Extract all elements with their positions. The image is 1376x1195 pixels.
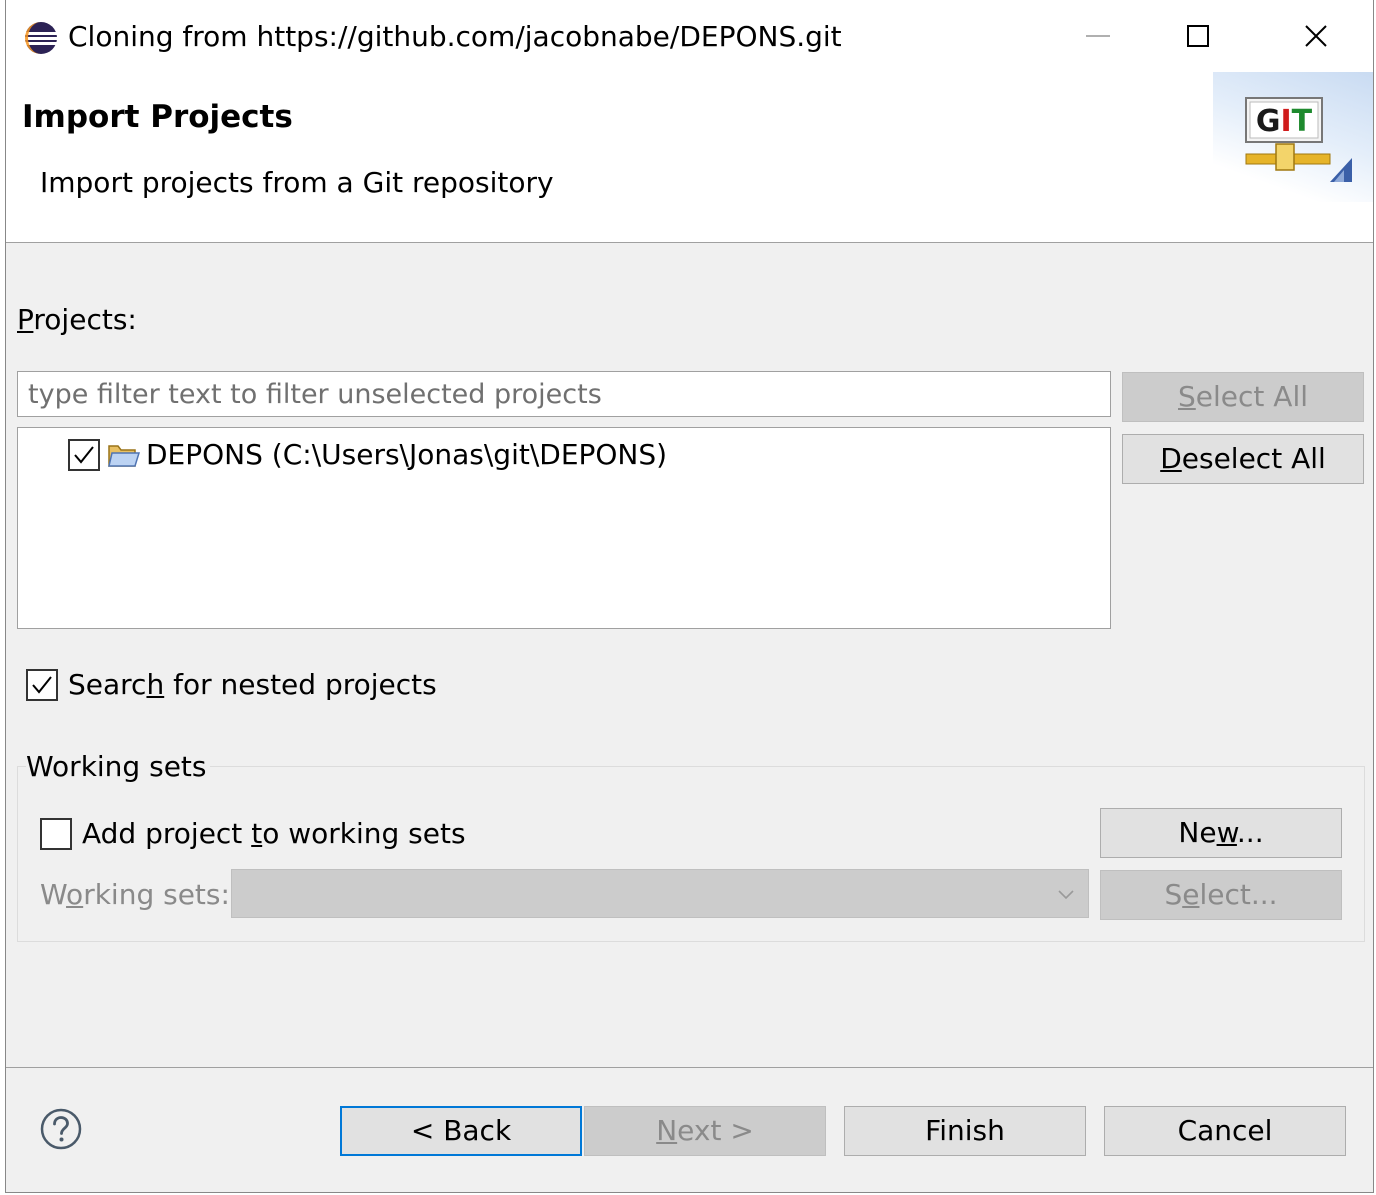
finish-button[interactable]: Finish <box>844 1106 1086 1156</box>
project-label: DEPONS (C:\Users\Jonas\git\DEPONS) <box>146 438 668 471</box>
close-button[interactable] <box>1286 10 1346 62</box>
help-icon[interactable] <box>40 1108 82 1150</box>
working-sets-combo-label: Working sets: <box>40 878 230 911</box>
select-all-button[interactable]: Select All <box>1122 372 1364 422</box>
checkmark-icon <box>74 446 94 464</box>
maximize-button[interactable] <box>1168 10 1228 62</box>
search-nested-option[interactable]: Search for nested projects <box>26 666 437 704</box>
cancel-button[interactable]: Cancel <box>1104 1106 1346 1156</box>
tree-row[interactable]: DEPONS (C:\Users\Jonas\git\DEPONS) <box>68 436 667 474</box>
working-sets-title: Working sets <box>26 748 211 786</box>
back-button[interactable]: < Back <box>340 1106 582 1156</box>
add-to-working-sets-label: Add project to working sets <box>82 817 466 850</box>
svg-text:GIT: GIT <box>1256 104 1313 139</box>
select-working-sets-button[interactable]: Select... <box>1100 870 1342 920</box>
project-checkbox[interactable] <box>68 439 100 471</box>
page-title: Import Projects <box>22 99 293 135</box>
close-icon <box>1305 25 1327 47</box>
next-button[interactable]: Next > <box>584 1106 826 1156</box>
chevron-down-icon <box>1058 890 1074 900</box>
minimize-button[interactable] <box>1068 10 1128 62</box>
maximize-icon <box>1187 25 1209 47</box>
working-sets-combo[interactable] <box>231 869 1089 918</box>
minimize-icon <box>1086 35 1110 37</box>
projects-label: Projects: <box>17 303 137 336</box>
wizard-banner: Import Projects Import projects from a G… <box>6 72 1373 243</box>
checkmark-icon <box>32 676 52 694</box>
eclipse-icon <box>25 22 57 54</box>
project-filter-input[interactable] <box>17 371 1111 417</box>
git-logo-icon: GIT <box>1245 97 1352 182</box>
deselect-all-button[interactable]: Deselect All <box>1122 434 1364 484</box>
page-description: Import projects from a Git repository <box>40 166 554 199</box>
search-nested-label: Search for nested projects <box>68 668 437 701</box>
projects-tree[interactable]: DEPONS (C:\Users\Jonas\git\DEPONS) <box>17 427 1111 629</box>
add-to-working-sets-option[interactable]: Add project to working sets <box>40 815 466 853</box>
open-folder-icon <box>108 445 140 467</box>
new-working-set-button[interactable]: New... <box>1100 808 1342 858</box>
footer-separator <box>6 1067 1373 1068</box>
import-projects-dialog: Cloning from https://github.com/jacobnab… <box>5 0 1374 1193</box>
add-to-working-sets-checkbox[interactable] <box>40 818 72 850</box>
title-bar: Cloning from https://github.com/jacobnab… <box>6 0 1373 72</box>
window-title: Cloning from https://github.com/jacobnab… <box>68 20 842 53</box>
search-nested-checkbox[interactable] <box>26 669 58 701</box>
